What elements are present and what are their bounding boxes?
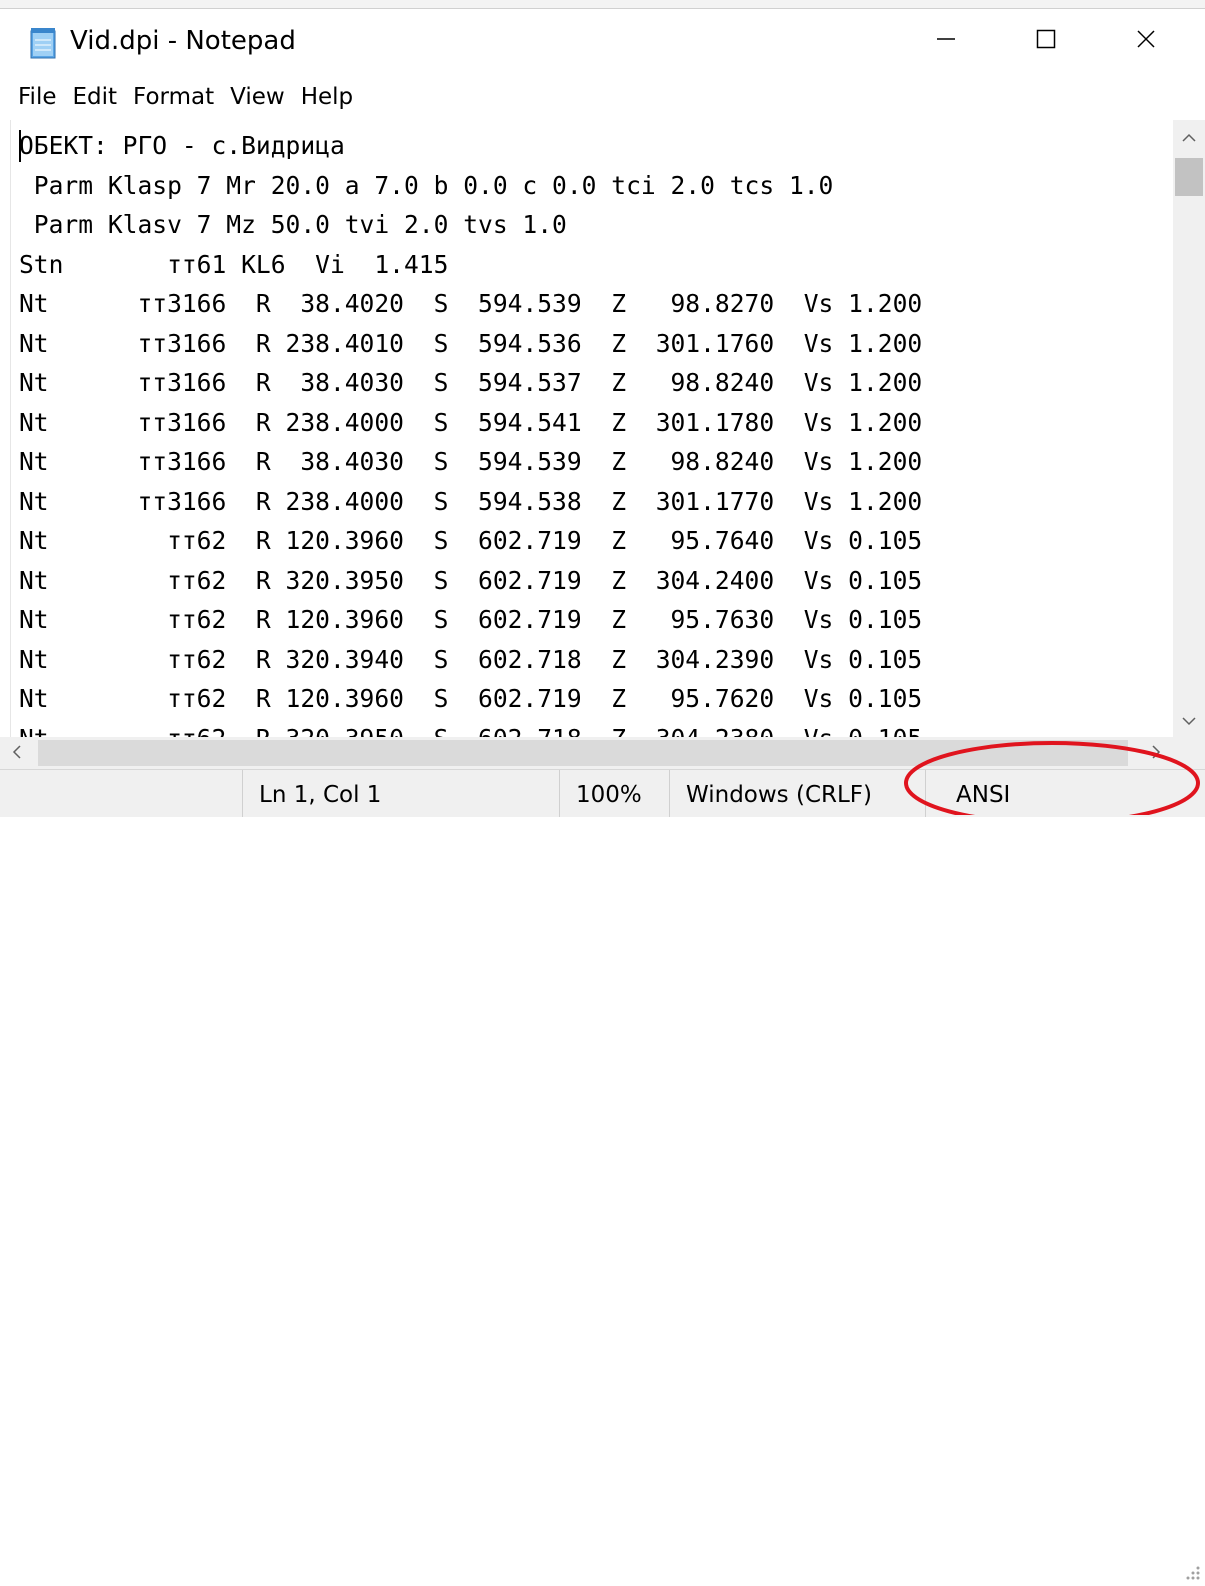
minimize-icon bbox=[935, 28, 957, 54]
editor-line: Stn тт61 KL6 Vi 1.415 bbox=[19, 249, 449, 279]
editor-line: Parm Klasp 7 Mr 20.0 a 7.0 b 0.0 c 0.0 t… bbox=[19, 170, 834, 200]
editor-line: Nt тт3166 R 38.4030 S 594.537 Z 98.8240 … bbox=[19, 368, 923, 397]
editor-line: Nt тт62 R 120.3960 S 602.719 Z 95.7640 V… bbox=[19, 526, 923, 555]
status-cursor-position: Ln 1, Col 1 bbox=[242, 770, 559, 817]
menu-bar: File Edit Format View Help bbox=[0, 74, 1205, 120]
maximize-icon bbox=[1035, 28, 1057, 54]
editor-line: Nt тт3166 R 38.4030 S 594.539 Z 98.8240 … bbox=[19, 447, 923, 476]
editor-line: Nt тт3166 R 238.4000 S 594.541 Z 301.178… bbox=[19, 407, 923, 437]
resize-grip-icon[interactable] bbox=[1178, 1558, 1202, 1582]
window-title: Vid.dpi - Notepad bbox=[70, 26, 296, 56]
editor-line: Nt тт62 R 320.3950 S 602.719 Z 304.2400 … bbox=[19, 565, 923, 595]
chevron-up-icon bbox=[1182, 128, 1196, 147]
editor-line: ОБЕКТ: РГО - с.Видрица bbox=[19, 131, 345, 160]
editor-line: Nt тт62 R 320.3940 S 602.718 Z 304.2390 … bbox=[19, 644, 923, 674]
vertical-scroll-thumb[interactable] bbox=[1175, 158, 1203, 196]
horizontal-scrollbar[interactable] bbox=[0, 737, 1173, 769]
chevron-right-icon bbox=[1151, 744, 1161, 763]
title-bar[interactable]: Vid.dpi - Notepad bbox=[0, 9, 1205, 73]
editor-line: Nt тт62 R 120.3960 S 602.719 Z 95.7630 V… bbox=[19, 605, 923, 634]
background-window-strip bbox=[0, 0, 1205, 9]
editor-line: Nt тт3166 R 38.4020 S 594.539 Z 98.8270 … bbox=[19, 289, 923, 318]
editor-line: Nt тт3166 R 238.4010 S 594.536 Z 301.176… bbox=[19, 328, 923, 358]
menu-view[interactable]: View bbox=[222, 74, 293, 120]
menu-format[interactable]: Format bbox=[125, 74, 222, 120]
menu-help[interactable]: Help bbox=[293, 74, 361, 120]
vertical-scrollbar[interactable] bbox=[1173, 120, 1205, 737]
scrollbar-corner bbox=[1173, 737, 1205, 769]
editor-content: ОБЕКТ: РГО - с.Видрица Parm Klasp 7 Mr 2… bbox=[19, 126, 922, 737]
chevron-down-icon bbox=[1182, 711, 1196, 730]
text-caret bbox=[19, 130, 21, 162]
editor-line: Parm Klasv 7 Mz 50.0 tvi 2.0 tvs 1.0 bbox=[19, 210, 567, 239]
status-encoding: ANSI bbox=[925, 770, 1155, 817]
text-editor[interactable]: ОБЕКТ: РГО - с.Видрица Parm Klasp 7 Mr 2… bbox=[10, 120, 1174, 737]
close-icon bbox=[1135, 28, 1157, 54]
status-bar: Ln 1, Col 1 100% Windows (CRLF) ANSI bbox=[0, 769, 1205, 1580]
minimize-button[interactable] bbox=[900, 9, 992, 73]
close-button[interactable] bbox=[1100, 9, 1192, 73]
editor-line: Nt тт62 R 120.3960 S 602.719 Z 95.7620 V… bbox=[19, 684, 923, 713]
chevron-left-icon bbox=[12, 744, 22, 763]
scroll-up-button[interactable] bbox=[1173, 120, 1205, 154]
menu-edit[interactable]: Edit bbox=[65, 74, 126, 120]
scroll-down-button[interactable] bbox=[1173, 703, 1205, 737]
maximize-button[interactable] bbox=[1000, 9, 1092, 73]
editor-line: Nt тт62 R 320.3950 S 602.718 Z 304.2380 … bbox=[19, 719, 922, 738]
menu-file[interactable]: File bbox=[10, 74, 65, 120]
status-zoom: 100% bbox=[559, 770, 669, 817]
scroll-left-button[interactable] bbox=[0, 737, 34, 769]
editor-line: Nt тт3166 R 238.4000 S 594.538 Z 301.177… bbox=[19, 486, 923, 516]
scroll-right-button[interactable] bbox=[1139, 737, 1173, 769]
notepad-icon bbox=[30, 27, 58, 59]
horizontal-scroll-thumb[interactable] bbox=[38, 740, 1128, 766]
status-line-ending: Windows (CRLF) bbox=[669, 770, 925, 817]
